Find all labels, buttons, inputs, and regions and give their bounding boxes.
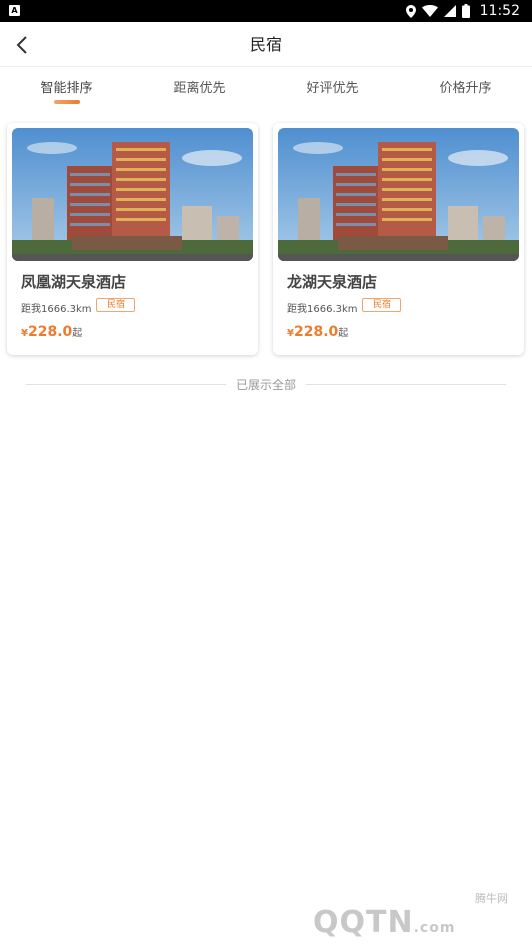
- location-icon: [405, 4, 416, 18]
- hotel-price: ¥228.0起: [21, 321, 82, 340]
- watermark-domain: .com: [413, 920, 456, 936]
- list-end-text: 已展示全部: [235, 378, 296, 392]
- hotel-name: 龙湖天泉酒店: [287, 273, 378, 291]
- watermark-site-name: 腾牛网: [475, 892, 508, 905]
- title-bar: 民宿: [0, 22, 532, 67]
- status-time: 11:52: [479, 3, 520, 19]
- tab-price-ascending[interactable]: 价格升序: [399, 67, 532, 113]
- wifi-icon: [421, 5, 438, 17]
- watermark-logo: 腾牛网 QQTN.com: [313, 884, 518, 940]
- watermark-logo-text: QQTN: [313, 905, 414, 940]
- status-bar: A 11:52: [0, 0, 532, 22]
- tab-rating-first[interactable]: 好评优先: [266, 67, 399, 113]
- category-badge: 民宿: [96, 298, 136, 312]
- tab-smart-sort[interactable]: 智能排序: [0, 67, 133, 113]
- tab-label: 价格升序: [439, 81, 492, 96]
- list-end-divider: 已展示全部: [26, 376, 506, 392]
- tab-label: 距离优先: [173, 81, 226, 96]
- cellular-signal-icon: [443, 5, 456, 17]
- active-tab-indicator: [53, 100, 80, 104]
- hotel-name: 凤凰湖天泉酒店: [21, 273, 127, 291]
- price-suffix: 起: [72, 328, 83, 339]
- tab-label: 智能排序: [40, 81, 93, 96]
- page-title: 民宿: [249, 35, 282, 54]
- category-badge: 民宿: [362, 298, 402, 312]
- watermark-brand: QQTN.com: [313, 905, 455, 940]
- price-amount: 228.0: [27, 324, 73, 340]
- app-notification-icon: A: [9, 5, 20, 16]
- currency-symbol: ¥: [21, 328, 28, 339]
- tab-distance-first[interactable]: 距离优先: [133, 67, 266, 113]
- sort-tabs: 智能排序 距离优先 好评优先 价格升序: [0, 67, 532, 113]
- price-suffix: 起: [338, 328, 349, 339]
- currency-symbol: ¥: [287, 328, 294, 339]
- price-amount: 228.0: [293, 324, 339, 340]
- hotel-photo: [278, 128, 519, 261]
- hotel-price: ¥228.0起: [287, 321, 348, 340]
- hotel-card[interactable]: 凤凰湖天泉酒店 距我1666.3km 民宿 ¥228.0起: [7, 123, 258, 355]
- hotel-photo: [12, 128, 253, 261]
- hotel-card[interactable]: 龙湖天泉酒店 距我1666.3km 民宿 ¥228.0起: [273, 123, 524, 355]
- battery-icon: [461, 4, 470, 18]
- hotel-distance: 距我1666.3km: [287, 304, 358, 315]
- tab-label: 好评优先: [306, 81, 359, 96]
- hotel-distance: 距我1666.3km: [21, 304, 92, 315]
